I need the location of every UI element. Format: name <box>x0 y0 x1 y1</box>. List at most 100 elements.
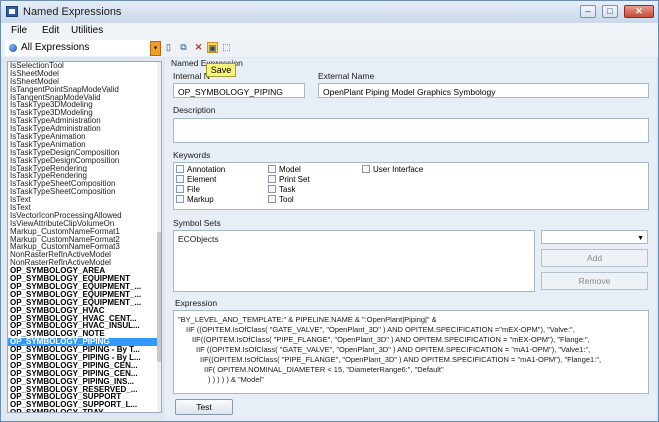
checkbox[interactable] <box>176 195 184 203</box>
list-item[interactable]: IsViewAttributeClipVolumeOn <box>8 220 161 228</box>
list-item[interactable]: IsText <box>8 204 161 212</box>
keyword-label: Model <box>279 165 301 174</box>
keyword-print-set[interactable]: Print Set <box>268 175 310 184</box>
keyword-user-interface[interactable]: User Interface <box>362 165 423 174</box>
list-item[interactable]: IsTaskTypeAnimation <box>8 133 161 141</box>
keyword-element[interactable]: Element <box>176 175 216 184</box>
restore-button[interactable]: □ <box>602 5 618 18</box>
list-item[interactable]: OP_SYMBOLOGY_RESERVED_... <box>8 386 161 394</box>
list-item[interactable]: IsSheetModel <box>8 70 161 78</box>
list-item[interactable]: IsTaskTypeSheetComposition <box>8 180 161 188</box>
list-item[interactable]: IsTaskTypeDesignComposition <box>8 149 161 157</box>
list-item[interactable]: Markup_CustomNameFormat1 <box>8 228 161 236</box>
symbol-sets-label: Symbol Sets <box>173 218 221 228</box>
list-item[interactable]: OP_SYMBOLOGY_PIPING_CEN... <box>8 362 161 370</box>
keyword-file[interactable]: File <box>176 185 200 194</box>
export-icon[interactable]: ⬚ <box>221 42 232 53</box>
window-title: Named Expressions <box>23 6 122 18</box>
list-item[interactable]: OP_SYMBOLOGY_EQUIPMENT <box>8 275 161 283</box>
symbol-set-dropdown[interactable]: ▼ <box>541 230 648 244</box>
close-button[interactable]: ✕ <box>624 5 654 18</box>
list-item[interactable]: IsTaskTypeRendering <box>8 165 161 173</box>
expression-editor[interactable]: "BY_LEVEL_AND_TEMPLATE:" & PIPELINE.NAME… <box>173 310 649 394</box>
list-item[interactable]: IsTangentPointSnapModeValid <box>8 86 161 94</box>
list-item[interactable]: OP_SYMBOLOGY_EQUIPMENT_... <box>8 291 161 299</box>
menu-utilities[interactable]: Utilities <box>71 25 103 36</box>
keyword-annotation[interactable]: Annotation <box>176 165 225 174</box>
checkbox[interactable] <box>268 165 276 173</box>
add-button[interactable]: Add <box>541 249 648 267</box>
list-item[interactable]: OP_SYMBOLOGY_PIPING <box>8 338 161 347</box>
external-name-field[interactable]: OpenPlant Piping Model Graphics Symbolog… <box>318 83 649 98</box>
named-expressions-window: Named Expressions – □ ✕ File Edit Utilit… <box>0 0 659 422</box>
list-item[interactable]: OP_SYMBOLOGY_EQUIPMENT_... <box>8 283 161 291</box>
title-bar[interactable]: Named Expressions – □ ✕ <box>1 1 658 23</box>
save-icon[interactable]: ▣ <box>207 42 218 53</box>
list-item[interactable]: OP_SYMBOLOGY_PIPING_CEN... <box>8 370 161 378</box>
list-item[interactable]: NonRasterRefInActiveModel <box>8 259 161 267</box>
list-item[interactable]: IsTaskTypeDesignComposition <box>8 157 161 165</box>
list-item[interactable]: OP_SYMBOLOGY_EQUIPMENT_... <box>8 299 161 307</box>
list-item[interactable]: IsText <box>8 196 161 204</box>
list-item[interactable]: IsSelectionTool <box>8 62 161 70</box>
symbol-sets-list[interactable]: ECObjects <box>173 230 535 292</box>
list-item[interactable]: OP_SYMBOLOGY_PIPING - By T... <box>8 346 161 354</box>
copy-icon[interactable]: ⧉ <box>178 42 189 53</box>
menu-edit[interactable]: Edit <box>42 25 59 36</box>
list-item[interactable]: IsTaskTypeSheetComposition <box>8 188 161 196</box>
checkbox[interactable] <box>176 175 184 183</box>
keyword-tool[interactable]: Tool <box>268 195 294 204</box>
description-field[interactable] <box>173 118 649 143</box>
checkbox[interactable] <box>268 185 276 193</box>
list-item[interactable]: OP_SYMBOLOGY_HVAC_INSUL... <box>8 322 161 330</box>
list-item[interactable]: OP_SYMBOLOGY_SUPPORT <box>8 393 161 401</box>
list-item[interactable]: NonRasterRefInActiveModel <box>8 251 161 259</box>
symbol-set-item[interactable]: ECObjects <box>178 234 219 244</box>
expression-label: Expression <box>175 298 218 308</box>
checkbox[interactable] <box>362 165 370 173</box>
delete-icon[interactable]: ✕ <box>193 42 204 53</box>
list-item[interactable]: OP_SYMBOLOGY_SUPPORT_L... <box>8 401 161 409</box>
list-item[interactable]: IsTaskTypeAdministration <box>8 117 161 125</box>
list-item[interactable]: IsTaskTypeAnimation <box>8 141 161 149</box>
expression-list[interactable]: IsSelectionTool IsSheetModel IsSheetModel I… <box>7 61 162 413</box>
scrollbar-thumb[interactable] <box>157 232 161 362</box>
list-item[interactable]: OP_SYMBOLOGY_PIPING_INS... <box>8 378 161 386</box>
list-item[interactable]: IsTangentSnapModeValid <box>8 94 161 102</box>
keyword-model[interactable]: Model <box>268 165 301 174</box>
chevron-down-icon[interactable]: ▾ <box>150 41 161 56</box>
test-button[interactable]: Test <box>175 399 233 415</box>
list-item[interactable]: Markup_CustomNameFormat3 <box>8 243 161 251</box>
list-item[interactable]: IsSheetModel <box>8 78 161 86</box>
expression-line: "BY_LEVEL_AND_TEMPLATE:" & PIPELINE.NAME… <box>178 315 437 324</box>
list-scrollbar[interactable] <box>157 62 161 412</box>
list-item[interactable]: OP_SYMBOLOGY_HVAC_CENT... <box>8 315 161 323</box>
list-item[interactable]: OP_SYMBOLOGY_NOTE <box>8 330 161 338</box>
list-item[interactable]: IsTaskTypeRendering <box>8 172 161 180</box>
filter-value: All Expressions <box>21 42 90 53</box>
list-item[interactable]: Markup_CustomNameFormat2 <box>8 236 161 244</box>
list-item[interactable]: OP_SYMBOLOGY_HVAC <box>8 307 161 315</box>
globe-icon <box>9 44 17 52</box>
details-panel: Named Expression Internal N External Nam… <box>165 58 656 420</box>
menu-file[interactable]: File <box>11 25 27 36</box>
keywords-label: Keywords <box>173 150 211 160</box>
list-item[interactable]: OP_SYMBOLOGY_AREA <box>8 267 161 275</box>
list-item[interactable]: OP_SYMBOLOGY_PIPING - By L... <box>8 354 161 362</box>
minimize-button[interactable]: – <box>580 5 596 18</box>
list-item[interactable]: IsTaskTypeAdministration <box>8 125 161 133</box>
new-icon[interactable]: ▯ <box>163 42 174 53</box>
checkbox[interactable] <box>176 185 184 193</box>
list-item[interactable]: IsTaskType3DModeling <box>8 101 161 109</box>
keyword-markup[interactable]: Markup <box>176 195 214 204</box>
internal-name-field[interactable]: OP_SYMBOLOGY_PIPING <box>173 83 305 98</box>
list-item[interactable]: OP_SYMBOLOGY_TRAY <box>8 409 161 412</box>
keyword-task[interactable]: Task <box>268 185 295 194</box>
list-item[interactable]: IsTaskType3DModeling <box>8 109 161 117</box>
checkbox[interactable] <box>268 195 276 203</box>
expression-filter-combo[interactable]: All Expressions ▾ <box>5 40 161 56</box>
checkbox[interactable] <box>268 175 276 183</box>
remove-button[interactable]: Remove <box>541 272 648 290</box>
list-item[interactable]: IsVectorIconProcessingAllowed <box>8 212 161 220</box>
checkbox[interactable] <box>176 165 184 173</box>
